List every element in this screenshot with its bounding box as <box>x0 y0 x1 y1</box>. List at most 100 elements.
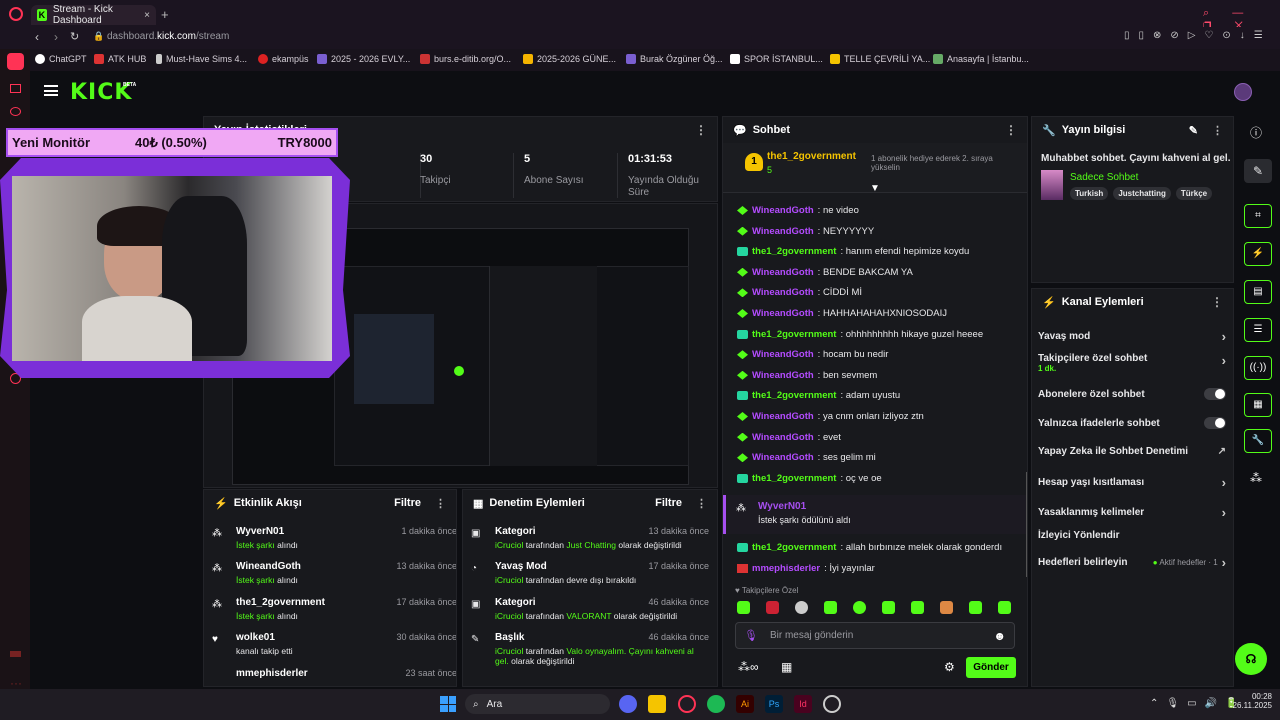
chat-username[interactable]: WineandGoth <box>752 308 814 319</box>
chat-username[interactable]: WineandGoth <box>752 452 814 463</box>
send-button[interactable]: Gönder <box>966 657 1016 678</box>
menu-icon[interactable] <box>44 85 58 96</box>
browser-tab[interactable]: K Stream - Kick Dashboard × <box>31 4 156 26</box>
raid-row[interactable]: İzleyici Yönlendir <box>1038 530 1226 541</box>
info-menu-icon[interactable]: ⋮ <box>1212 124 1223 137</box>
chat-username[interactable]: the1_2government <box>752 329 836 340</box>
collapse-icon[interactable]: ▼ <box>870 183 880 194</box>
chat-username[interactable]: the1_2government <box>752 246 836 257</box>
bookmark[interactable]: 2025 - 2026 EVLY... <box>317 54 410 64</box>
sidebar-icon[interactable] <box>10 107 21 116</box>
edit-icon[interactable]: ✎ <box>1189 124 1198 137</box>
opera-logo-icon[interactable] <box>9 7 23 21</box>
mic-icon[interactable]: 🎙 <box>744 629 758 642</box>
bookmark[interactable]: Burak Özgüner Öğ... <box>626 54 723 64</box>
forward-icon[interactable]: › <box>54 30 58 44</box>
bolt-icon[interactable]: ⚡ <box>1244 242 1272 266</box>
activity-menu-icon[interactable]: ⋮ <box>435 497 446 510</box>
chat-icon[interactable]: ☰ <box>1244 318 1272 342</box>
tab-close-icon[interactable]: × <box>144 10 150 21</box>
banned-words-row[interactable]: Yasaklanmış kelimeler › <box>1038 505 1226 520</box>
moderation-filter-button[interactable]: Filtre <box>655 497 682 509</box>
store-icon[interactable]: ▦ <box>781 660 792 674</box>
emoji-icon[interactable]: ☻ <box>993 629 1006 643</box>
ai-moderation-row[interactable]: Yapay Zeka ile Sohbet Denetimi ↗ <box>1038 446 1226 457</box>
bookmark[interactable]: TELLE ÇEVRİLİ YA... <box>830 54 930 64</box>
opera-icon[interactable] <box>678 695 696 713</box>
toolbar-icons[interactable]: ▯▯⊗⊘▷♡⊙↓☰ <box>1124 30 1272 41</box>
chat-username[interactable]: the1_2government <box>752 473 836 484</box>
activity-icon[interactable]: ⁂ <box>1250 471 1262 485</box>
emote-only-toggle[interactable] <box>1204 417 1226 429</box>
emote-icon[interactable] <box>940 601 953 614</box>
chat-menu-icon[interactable]: ⋮ <box>1005 123 1017 137</box>
wrench-icon[interactable]: 🔧 <box>1244 429 1272 453</box>
actions-menu-icon[interactable]: ⋮ <box>1211 295 1223 309</box>
account-age-row[interactable]: Hesap yaşı kısıtlaması › <box>1038 475 1226 490</box>
chat-username[interactable]: WineandGoth <box>752 287 814 298</box>
more-icon[interactable]: ··· <box>10 676 22 690</box>
obs-icon[interactable] <box>823 695 841 713</box>
spotify-icon[interactable] <box>707 695 725 713</box>
chat-username[interactable]: WineandGoth <box>752 205 814 216</box>
activity-icon[interactable]: ⁂∞ <box>738 660 759 674</box>
info-icon[interactable]: ⓘ <box>1250 124 1262 141</box>
emote-icon[interactable] <box>882 601 895 614</box>
bookmark[interactable]: burs.e-ditib.org/O... <box>420 54 511 64</box>
emote-icon[interactable] <box>795 601 808 614</box>
new-tab-icon[interactable]: + <box>161 7 169 22</box>
tag[interactable]: Turkish <box>1070 187 1109 200</box>
edit-icon[interactable]: ✎ <box>1244 159 1272 183</box>
activity-filter-button[interactable]: Filtre <box>394 497 421 509</box>
pinned-gifter[interactable]: 1 the1_2government 5 1 abonelik hediye e… <box>723 143 1027 194</box>
sidebar-icon[interactable] <box>10 651 21 657</box>
url-field[interactable]: dashboard.kick.com/stream <box>107 31 229 42</box>
photoshop-icon[interactable]: Ps <box>765 695 783 713</box>
bookmark[interactable]: 2025-2026 GÜNE... <box>523 54 616 64</box>
emote-icon[interactable] <box>766 601 779 614</box>
illustrator-icon[interactable]: Ai <box>736 695 754 713</box>
emote-icon[interactable] <box>824 601 837 614</box>
emote-icon[interactable] <box>853 601 866 614</box>
chat-username[interactable]: WineandGoth <box>752 226 814 237</box>
reload-icon[interactable]: ↻ <box>70 30 79 43</box>
bookmark[interactable]: ChatGPT <box>35 54 87 64</box>
emote-icon[interactable] <box>911 601 924 614</box>
home-icon[interactable] <box>7 53 24 70</box>
bookmark[interactable]: Must-Have Sims 4... <box>156 54 247 64</box>
chat-username[interactable]: WineandGoth <box>752 267 814 278</box>
category-name[interactable]: Sadece Sohbet <box>1070 172 1138 183</box>
tag[interactable]: Justchatting <box>1113 187 1171 200</box>
stats-menu-icon[interactable]: ⋮ <box>695 123 707 137</box>
bookmark[interactable]: Anasayfa | İstanbu... <box>933 54 1029 64</box>
emote-icon[interactable] <box>737 601 750 614</box>
subscribers-only-toggle[interactable] <box>1204 388 1226 400</box>
folder-icon[interactable] <box>648 695 666 713</box>
chat-username[interactable]: the1_2government <box>752 390 836 401</box>
slow-mode-row[interactable]: Yavaş mod › <box>1038 329 1226 344</box>
emote-icon[interactable] <box>969 601 982 614</box>
chat-username[interactable]: WineandGoth <box>752 411 814 422</box>
broadcast-icon[interactable]: ((·)) <box>1244 356 1272 380</box>
bookmark[interactable]: ATK HUB <box>94 54 146 64</box>
chat-input[interactable]: 🎙 Bir mesaj gönderin ☻ <box>735 622 1015 649</box>
chat-username[interactable]: WineandGoth <box>752 432 814 443</box>
bookmark[interactable]: SPOR İSTANBUL... <box>730 54 823 64</box>
settings-gear-icon[interactable]: ⚙ <box>944 660 955 674</box>
emote-icon[interactable] <box>998 601 1011 614</box>
tag[interactable]: Türkçe <box>1175 187 1213 200</box>
list-icon[interactable]: ▦ <box>1244 393 1272 417</box>
scan-icon[interactable]: ⌗ <box>1244 204 1272 228</box>
chat-scrollbar[interactable] <box>1026 472 1027 577</box>
avatar[interactable] <box>1234 83 1252 101</box>
discord-icon[interactable] <box>619 695 637 713</box>
notes-icon[interactable]: ▤ <box>1244 280 1272 304</box>
chat-username[interactable]: WineandGoth <box>752 349 814 360</box>
back-icon[interactable]: ‹ <box>35 30 39 44</box>
chat-username[interactable]: WineandGoth <box>752 370 814 381</box>
clock[interactable]: 00:28 26.11.2025 <box>1228 692 1272 710</box>
bookmark[interactable]: ekampüs <box>258 54 309 64</box>
moderation-menu-icon[interactable]: ⋮ <box>696 497 707 510</box>
support-icon[interactable]: ☊ <box>1235 643 1267 675</box>
followers-only-row[interactable]: Takipçilere özel sohbet 1 dk. › <box>1038 353 1226 373</box>
